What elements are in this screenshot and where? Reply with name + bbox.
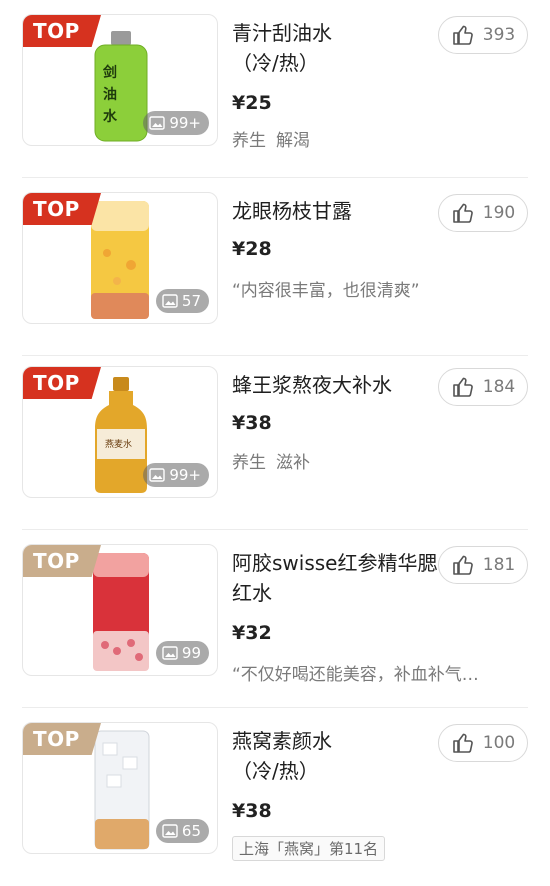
tag: 养生 [232, 131, 266, 151]
product-image[interactable]: TOP 2 57 [22, 192, 218, 324]
svg-text:油: 油 [103, 86, 117, 103]
product-name-line: 青汁刮油水 [232, 21, 332, 45]
image-count[interactable]: 99+ [143, 111, 209, 135]
product-image[interactable]: 剑 油 水 TOP 1 99+ [22, 14, 218, 146]
image-icon [162, 824, 178, 838]
price: ¥38 [232, 412, 272, 434]
product-image[interactable]: 燕麦水 TOP 3 99+ [22, 366, 218, 498]
rank-badge: TOP 3 [23, 367, 101, 399]
product-name-line-2: （冷/热） [232, 51, 319, 75]
like-count: 184 [482, 377, 516, 397]
like-count: 190 [482, 203, 516, 223]
image-count-value: 99+ [169, 114, 201, 132]
tag-list: 养生 滋补 [232, 448, 310, 473]
svg-text:水: 水 [103, 108, 118, 125]
image-count-value: 99 [181, 644, 201, 662]
price: ¥25 [232, 92, 272, 114]
list-item[interactable]: TOP 4 99 阿胶swisse红参精华腮红水 ¥32 “不仅好喝还能美容，补… [0, 530, 550, 708]
like-count: 100 [482, 733, 516, 753]
like-button[interactable]: 181 [438, 546, 528, 584]
list-item[interactable]: TOP 5 65 燕窝素颜水 （冷/热） ¥38 上海「燕窝」第11名 100 [0, 708, 550, 886]
like-button[interactable]: 190 [438, 194, 528, 232]
image-count[interactable]: 65 [155, 819, 209, 843]
list-item[interactable]: TOP 2 57 龙眼杨枝甘露 ¥28 “内容很丰富，也很清爽” 190 [0, 178, 550, 356]
image-count[interactable]: 57 [155, 289, 209, 313]
svg-text:剑: 剑 [102, 64, 117, 81]
svg-text:燕麦水: 燕麦水 [105, 438, 132, 450]
product-name-line: 燕窝素颜水 [232, 729, 332, 753]
like-count: 393 [482, 25, 516, 45]
ranking-list: 剑 油 水 TOP 1 99+ 青汁刮油水 （冷/热） ¥25 养生 解渴 39… [0, 0, 550, 878]
image-count[interactable]: 99 [155, 641, 209, 665]
list-item[interactable]: 剑 油 水 TOP 1 99+ 青汁刮油水 （冷/热） ¥25 养生 解渴 39… [0, 0, 550, 178]
price: ¥38 [232, 800, 272, 822]
thumbs-up-icon [452, 25, 473, 45]
review-quote: “不仅好喝还能美容，补血补气… [232, 665, 479, 685]
tag: 养生 [232, 453, 266, 473]
image-icon [149, 468, 166, 482]
thumbs-up-icon [452, 377, 473, 397]
price: ¥32 [232, 622, 272, 644]
rank-badge: TOP 5 [23, 723, 101, 755]
rank-badge: TOP 2 [23, 193, 101, 225]
product-name[interactable]: 蜂王浆熬夜大补水 [232, 370, 442, 400]
thumbs-up-icon [452, 203, 473, 223]
thumbs-up-icon [452, 555, 473, 575]
like-count: 181 [482, 555, 516, 575]
product-image[interactable]: TOP 5 65 [22, 722, 218, 854]
tag: 滋补 [276, 453, 310, 473]
like-button[interactable]: 184 [438, 368, 528, 406]
image-count[interactable]: 99+ [143, 463, 209, 487]
image-icon [149, 116, 166, 130]
review-quote: “内容很丰富，也很清爽” [232, 281, 420, 301]
product-name[interactable]: 龙眼杨枝甘露 [232, 196, 442, 226]
like-button[interactable]: 100 [438, 724, 528, 762]
image-count-value: 57 [181, 292, 201, 310]
tag-list: 养生 解渴 [232, 126, 310, 151]
rank-badge: TOP 1 [23, 15, 101, 47]
price: ¥28 [232, 238, 272, 260]
image-icon [162, 294, 178, 308]
city-rank-tag[interactable]: 上海「燕窝」第11名 [232, 836, 386, 861]
product-name[interactable]: 阿胶swisse红参精华腮红水 [232, 548, 442, 608]
product-image[interactable]: TOP 4 99 [22, 544, 218, 676]
product-name[interactable]: 青汁刮油水 （冷/热） [232, 18, 442, 78]
rank-badge: TOP 4 [23, 545, 101, 577]
like-button[interactable]: 393 [438, 16, 528, 54]
image-icon [162, 646, 178, 660]
product-name-line-2: （冷/热） [232, 759, 319, 783]
image-count-value: 99+ [169, 466, 201, 484]
tag: 解渴 [276, 131, 310, 151]
list-item[interactable]: 燕麦水 TOP 3 99+ 蜂王浆熬夜大补水 ¥38 养生 滋补 184 [0, 352, 550, 530]
image-count-value: 65 [181, 822, 201, 840]
thumbs-up-icon [452, 733, 473, 753]
product-name[interactable]: 燕窝素颜水 （冷/热） [232, 726, 442, 786]
